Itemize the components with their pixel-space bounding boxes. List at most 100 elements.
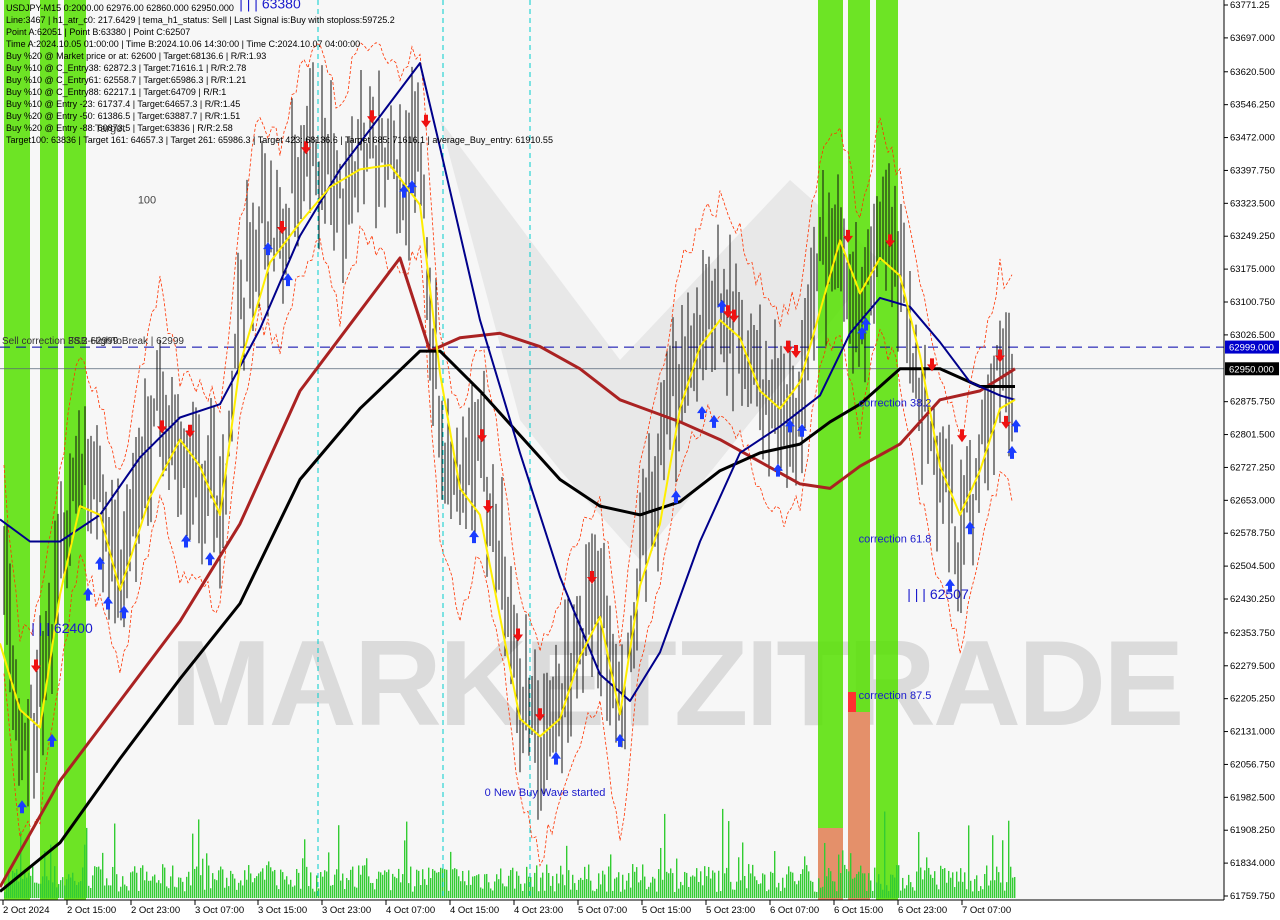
- volume-bar: [324, 870, 326, 898]
- volume-bar: [948, 870, 950, 898]
- volume-bar: [582, 879, 584, 898]
- volume-bar: [32, 866, 34, 898]
- volume-bar: [918, 832, 920, 898]
- volume-bar: [462, 870, 464, 898]
- volume-bar: [636, 867, 638, 898]
- price-label-text: 62950.000: [1229, 364, 1274, 375]
- y-tick-label: 62430.250: [1230, 594, 1275, 605]
- annotation-1: 100: [138, 195, 156, 207]
- x-tick-label: 6 Oct 07:00: [770, 905, 819, 916]
- volume-bar: [692, 875, 694, 898]
- y-tick-label: 63026.500: [1230, 330, 1275, 341]
- volume-bar: [182, 881, 184, 898]
- volume-bar: [84, 844, 86, 898]
- volume-bar: [824, 842, 826, 898]
- volume-bar: [52, 882, 54, 898]
- volume-bar: [308, 886, 310, 898]
- volume-bar: [1010, 866, 1012, 898]
- x-tick-label: 5 Oct 07:00: [578, 905, 627, 916]
- volume-bar: [28, 872, 30, 898]
- volume-bar: [354, 886, 356, 898]
- volume-bar: [250, 873, 252, 898]
- volume-bar: [712, 870, 714, 898]
- volume-bar: [926, 857, 928, 898]
- volume-bar: [370, 882, 372, 898]
- volume-bar: [498, 879, 500, 898]
- volume-bar: [164, 867, 166, 898]
- volume-bar: [720, 891, 722, 898]
- y-tick-label: 63546.250: [1230, 100, 1275, 111]
- volume-bar: [984, 874, 986, 898]
- volume-bar: [680, 881, 682, 898]
- watermark-text: MARKETZITRADE: [170, 615, 1181, 751]
- volume-bar: [104, 885, 106, 898]
- volume-bar: [988, 885, 990, 898]
- volume-bar: [642, 864, 644, 898]
- volume-bar: [280, 869, 282, 898]
- volume-bar: [688, 886, 690, 898]
- volume-bar: [844, 864, 846, 898]
- volume-bar: [366, 858, 368, 898]
- volume-bar: [38, 883, 40, 898]
- volume-bar: [294, 885, 296, 898]
- volume-bar: [458, 876, 460, 898]
- x-tick-label: 4 Oct 07:00: [386, 905, 435, 916]
- volume-bar: [854, 877, 856, 898]
- y-tick-label: 62578.750: [1230, 528, 1275, 539]
- volume-bar: [220, 866, 222, 898]
- volume-bar: [378, 871, 380, 898]
- volume-bar: [178, 877, 180, 898]
- volume-bar: [434, 870, 436, 898]
- volume-bar: [158, 880, 160, 898]
- volume-bar: [940, 865, 942, 898]
- volume-bar: [72, 872, 74, 898]
- volume-bar: [98, 866, 100, 898]
- volume-bar: [450, 851, 452, 898]
- volume-bar: [436, 872, 438, 898]
- volume-bar: [80, 881, 82, 898]
- price-chart[interactable]: MARKETZITRADE Sell correction 38.2 62999…: [0, 0, 1280, 920]
- volume-bar: [976, 875, 978, 898]
- volume-bar: [616, 877, 618, 898]
- volume-bar: [532, 886, 534, 898]
- volume-bar: [246, 879, 248, 898]
- volume-bar: [796, 884, 798, 898]
- volume-bar: [928, 867, 930, 898]
- volume-bar: [600, 884, 602, 898]
- volume-bar: [474, 876, 476, 898]
- info-line-3: Time A:2024.10.05 01:00:00 | Time B:2024…: [6, 39, 360, 49]
- volume-bar: [922, 879, 924, 898]
- volume-bar: [1014, 877, 1016, 898]
- volume-bar: [344, 889, 346, 898]
- volume-bar: [362, 865, 364, 898]
- volume-bar: [352, 866, 354, 898]
- volume-bar: [290, 879, 292, 898]
- volume-bar: [358, 865, 360, 898]
- volume-bar: [752, 864, 754, 898]
- volume-bar: [816, 891, 818, 898]
- volume-bar: [704, 866, 706, 898]
- volume-bar: [410, 866, 412, 898]
- y-tick-label: 63472.000: [1230, 133, 1275, 144]
- annotation-5: correction 38.2: [859, 397, 932, 409]
- volume-bar: [300, 888, 302, 898]
- volume-bar: [566, 845, 568, 898]
- volume-bar: [664, 813, 666, 898]
- volume-bar: [146, 871, 148, 898]
- volume-bar: [414, 886, 416, 898]
- volume-bar: [808, 871, 810, 898]
- volume-bar: [908, 874, 910, 898]
- volume-bar: [706, 876, 708, 898]
- volume-bar: [230, 870, 232, 898]
- volume-bar: [360, 874, 362, 898]
- volume-bar: [826, 876, 828, 898]
- volume-bar: [536, 865, 538, 898]
- volume-bar: [86, 827, 88, 898]
- volume-bar: [522, 890, 524, 898]
- y-tick-label: 63697.000: [1230, 33, 1275, 44]
- volume-bar: [166, 886, 168, 898]
- y-tick-label: 62727.250: [1230, 462, 1275, 473]
- volume-bar: [416, 869, 418, 898]
- volume-bar: [56, 887, 58, 898]
- volume-bar: [144, 880, 146, 898]
